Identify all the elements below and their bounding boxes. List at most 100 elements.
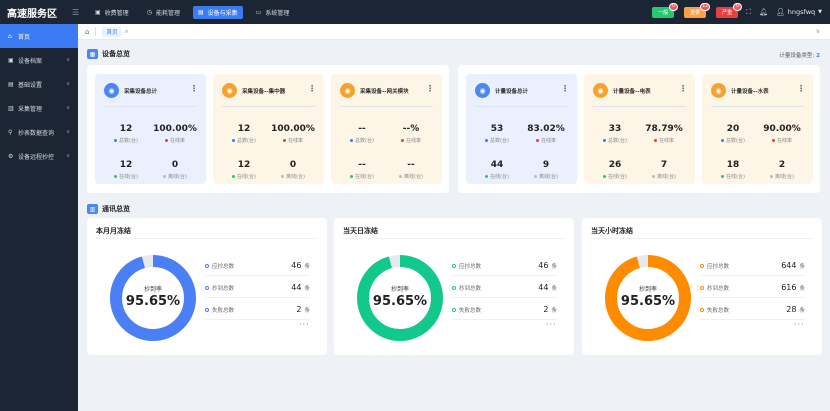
chevron-down-icon: ∨ bbox=[66, 105, 70, 111]
card-title: 采集设备--网关模块 bbox=[360, 88, 409, 95]
card-header: ◉ 采集设备--集中器 bbox=[222, 83, 285, 98]
stat-label: 在线(台) bbox=[608, 174, 627, 180]
chevron-down-icon[interactable]: ∨ bbox=[816, 28, 820, 35]
dot-icon bbox=[350, 175, 354, 178]
stat-row: 应抄总数 644 条 bbox=[700, 256, 805, 276]
rate-label: 抄到率 bbox=[638, 286, 657, 293]
stat: 90.00% 在线率 bbox=[758, 124, 806, 144]
topnav-energy[interactable]: ◷ 能耗管理 bbox=[142, 6, 185, 19]
fullscreen-icon[interactable]: ⛶ bbox=[746, 8, 751, 17]
more-icon[interactable]: ··· bbox=[546, 320, 557, 329]
card-title: 采集设备总计 bbox=[124, 88, 158, 95]
alarm-normal-button[interactable]: 一般 0 bbox=[652, 2, 679, 18]
rate-value: 95.65% bbox=[372, 294, 428, 309]
sidebar-item-label: 设备远程抄控 bbox=[18, 153, 55, 161]
stat-value: 33 bbox=[608, 124, 622, 134]
section-title: 通讯总览 bbox=[102, 205, 130, 213]
more-icon[interactable]: ⋮ bbox=[190, 84, 198, 93]
donut-label: 抄到率 95.65% bbox=[356, 284, 444, 309]
meter-device-card: ◉ 计量设备--水表 ⋮ 20 总数(台) 90.00% 在线率 18 在线(台) 2 离线(台) bbox=[702, 74, 813, 184]
stat: 44 在线(台) bbox=[473, 160, 521, 180]
stat-label: 离线(台) bbox=[168, 174, 187, 180]
close-icon[interactable]: × bbox=[124, 29, 128, 35]
sidebar: ⌂ 首页 ▣ 设备档案 ∨ ▤ 基础设置 ∨ ▥ 采集管理 ∨ ⚲ 抄表数据查询 ∨ ⚙ 设备远程抄… bbox=[0, 24, 78, 411]
row-unit: 条 bbox=[551, 285, 557, 292]
stat-value: 0 bbox=[289, 160, 297, 170]
sidebar-item-label: 基础设置 bbox=[18, 81, 43, 89]
top-nav: ▣ 收费管理 ◷ 能耗管理 ▤ 设备与采集 ▭ 系统管理 bbox=[90, 0, 302, 24]
sidebar-item-collect[interactable]: ▥ 采集管理 ∨ bbox=[0, 96, 78, 120]
more-icon[interactable]: ⋮ bbox=[426, 84, 434, 93]
alarm-severe-button[interactable]: 严重 0 bbox=[716, 2, 743, 18]
row-unit: 条 bbox=[551, 307, 557, 314]
user-icon: 👤︎ bbox=[775, 8, 785, 16]
more-icon[interactable]: ⋮ bbox=[308, 84, 316, 93]
dot-icon bbox=[205, 263, 209, 268]
comm-card: 当天日冻结 抄到率 95.65% 应抄总数 46 条抄到总数 44 条失败总数 2 条 ··· bbox=[334, 218, 574, 355]
stat-label: 总数(台) bbox=[119, 138, 138, 144]
alarm-important-button[interactable]: 重要 12 bbox=[684, 2, 711, 18]
stat-label: 在线率 bbox=[540, 138, 556, 144]
divider bbox=[340, 106, 433, 107]
stat-label-wrap: 在线率 bbox=[758, 137, 806, 144]
tab-home[interactable]: 首页 bbox=[102, 26, 122, 37]
more-icon[interactable]: ··· bbox=[299, 320, 310, 329]
stat-label-wrap: 总数(台) bbox=[591, 137, 639, 144]
comm-card: 本月月冻结 抄到率 95.65% 应抄总数 46 条抄到总数 44 条失败总数 2 条 ··· bbox=[87, 218, 327, 355]
meter-device-group: ◉ 计量设备总计 ⋮ 53 总数(台) 83.02% 在线率 44 在线(台) 9 离线(台) ◉ 计量… bbox=[458, 65, 820, 193]
card-title: 计量设备--电表 bbox=[613, 88, 651, 95]
stat-label-wrap: 总数(台) bbox=[473, 137, 521, 144]
bell-icon[interactable]: 🔔︎ bbox=[759, 8, 768, 16]
topnav-charge[interactable]: ▣ 收费管理 bbox=[90, 6, 134, 19]
comm-card-title: 本月月冻结 bbox=[96, 227, 131, 235]
more-icon[interactable]: ⋮ bbox=[561, 84, 569, 93]
meter-type-count: 计量设备类型: 2 bbox=[779, 51, 820, 59]
dot-icon bbox=[652, 175, 656, 178]
user-menu[interactable]: 👤︎ hngsfwq ▼ bbox=[776, 8, 822, 16]
rate-value: 95.65% bbox=[620, 294, 676, 309]
sidebar-item-basic-settings[interactable]: ▤ 基础设置 ∨ bbox=[0, 72, 78, 96]
dot-icon bbox=[653, 139, 657, 142]
stat-label-wrap: 总数(台) bbox=[102, 137, 150, 144]
sidebar-item-home[interactable]: ⌂ 首页 bbox=[0, 24, 78, 48]
alarm-label: 重要 bbox=[690, 9, 701, 16]
menu-toggle-icon[interactable]: ☰ bbox=[72, 8, 84, 17]
dot-icon bbox=[281, 175, 285, 178]
row-value: 2 bbox=[543, 305, 549, 314]
top-right: 一般 0 重要 12 严重 0 ⛶ 🔔︎ 👤︎ hngsfwq ▼ bbox=[642, 2, 830, 18]
stat-value: 0 bbox=[171, 160, 179, 170]
alarm-count-badge: 12 bbox=[700, 2, 711, 11]
sidebar-item-meter-query[interactable]: ⚲ 抄表数据查询 ∨ bbox=[0, 120, 78, 144]
comm-title: ▥ 通讯总览 bbox=[87, 204, 130, 214]
divider bbox=[96, 238, 318, 239]
stat: --% 在线率 bbox=[387, 124, 435, 144]
stat-label-wrap: 离线(台) bbox=[151, 173, 199, 180]
stat-label-wrap: 在线率 bbox=[269, 137, 317, 144]
stat-label: 总数(台) bbox=[490, 138, 509, 144]
more-icon[interactable]: ⋮ bbox=[797, 84, 805, 93]
topnav-device[interactable]: ▤ 设备与采集 bbox=[192, 5, 243, 19]
more-icon[interactable]: ⋮ bbox=[679, 84, 687, 93]
dot-icon bbox=[164, 139, 168, 142]
stat-row: 失败总数 28 条 bbox=[700, 300, 805, 320]
sidebar-item-device-archive[interactable]: ▣ 设备档案 ∨ bbox=[0, 48, 78, 72]
sidebar-item-remote[interactable]: ⚙ 设备远程抄控 ∨ bbox=[0, 144, 78, 168]
stat-label-wrap: 在线(台) bbox=[220, 173, 268, 180]
stat-label-wrap: 在线率 bbox=[640, 137, 688, 144]
sidebar-item-label: 抄表数据查询 bbox=[18, 129, 55, 137]
home-icon[interactable]: ⌂ bbox=[85, 28, 89, 36]
more-icon[interactable]: ··· bbox=[794, 320, 805, 329]
collect-device-card: ◉ 采集设备--网关模块 ⋮ -- 总数(台) --% 在线率 -- 在线(台) -- 离线(台) bbox=[331, 74, 442, 184]
donut-label: 抄到率 95.65% bbox=[604, 284, 692, 309]
dot-icon bbox=[770, 175, 774, 178]
row-unit: 条 bbox=[799, 285, 805, 292]
collect-device-group: ◉ 采集设备总计 ⋮ 12 总数(台) 100.00% 在线率 12 在线(台) 0 离线(台) ◉ 采… bbox=[87, 65, 449, 193]
dot-icon bbox=[485, 175, 489, 178]
card-title: 计量设备总计 bbox=[495, 88, 529, 95]
stat: 12 总数(台) bbox=[102, 124, 150, 144]
app-title: 高速服务区 bbox=[0, 0, 78, 24]
stat-label: 离线(台) bbox=[775, 174, 794, 180]
topnav-system[interactable]: ▭ 系统管理 bbox=[251, 6, 295, 19]
row-value: 46 bbox=[291, 261, 302, 270]
stat-label: 离线(台) bbox=[539, 174, 558, 180]
